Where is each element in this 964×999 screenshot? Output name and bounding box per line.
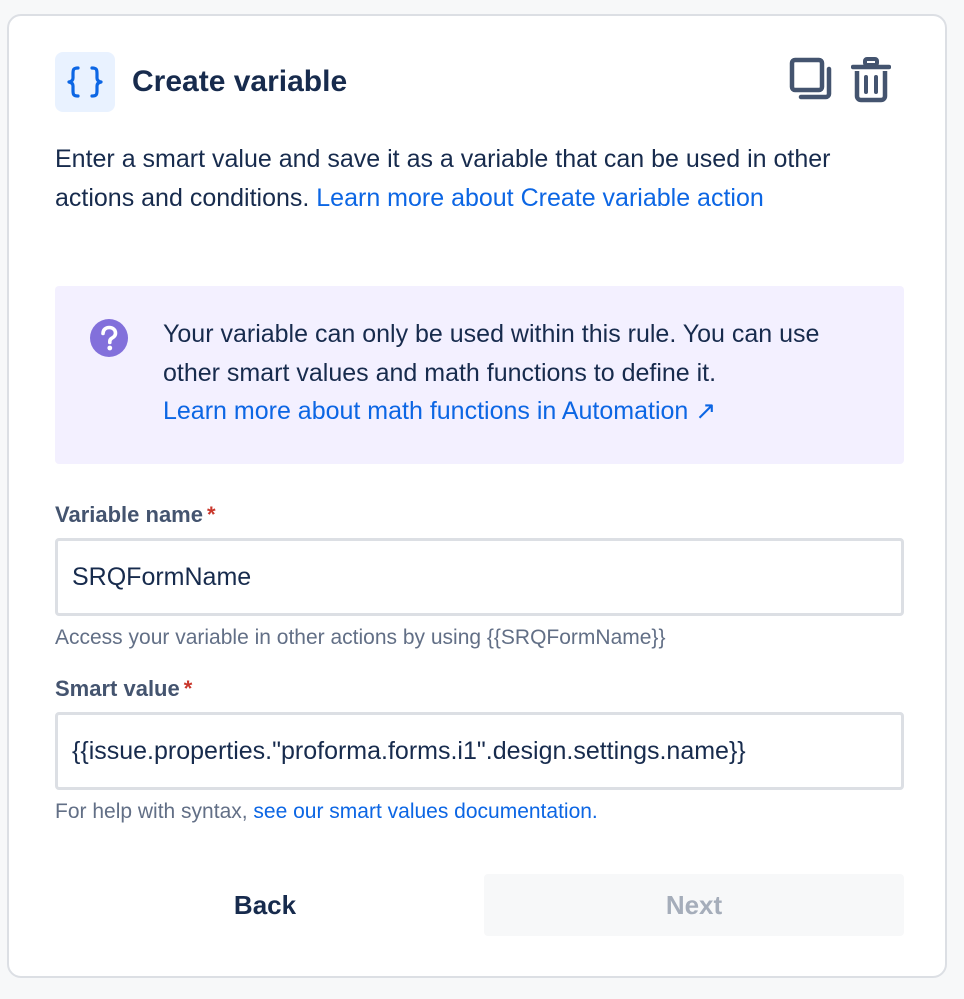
variable-name-input[interactable] (55, 538, 904, 616)
next-button[interactable]: Next (484, 874, 904, 936)
create-variable-card: Create variable Enter a smart value and … (7, 14, 947, 978)
smart-value-label: Smart value * (55, 676, 192, 702)
delete-button[interactable] (849, 56, 893, 104)
info-panel: Your variable can only be used within th… (55, 286, 904, 464)
smart-value-helper-text: For help with syntax, (55, 800, 254, 823)
page-title: Create variable (132, 65, 348, 98)
trash-icon (851, 57, 891, 103)
info-text: Your variable can only be used within th… (163, 315, 883, 431)
description: Enter a smart value and save it as a var… (55, 140, 875, 217)
smart-values-docs-link[interactable]: see our smart values documentation. (253, 800, 597, 823)
math-functions-link[interactable]: Learn more about math functions in Autom… (163, 397, 716, 425)
variable-name-label-text: Variable name (55, 502, 203, 527)
info-message: Your variable can only be used within th… (163, 320, 820, 387)
copy-icon (789, 57, 832, 100)
external-link-icon: ↗ (695, 397, 717, 425)
header: Create variable (55, 52, 891, 112)
required-marker: * (183, 676, 193, 701)
required-marker: * (206, 502, 216, 527)
variable-name-label: Variable name * (55, 502, 216, 528)
back-button[interactable]: Back (55, 874, 475, 936)
math-functions-link-label: Learn more about math functions in Autom… (163, 397, 689, 425)
smart-value-input[interactable] (55, 712, 904, 790)
smart-value-label-text: Smart value (55, 676, 180, 701)
question-circle-icon (90, 319, 128, 357)
smart-value-helper: For help with syntax, see our smart valu… (55, 799, 598, 825)
variable-name-helper: Access your variable in other actions by… (55, 626, 666, 649)
braces-icon (55, 52, 115, 112)
copy-button[interactable] (789, 56, 833, 104)
learn-more-create-variable-link[interactable]: Learn more about Create variable action (316, 184, 764, 212)
